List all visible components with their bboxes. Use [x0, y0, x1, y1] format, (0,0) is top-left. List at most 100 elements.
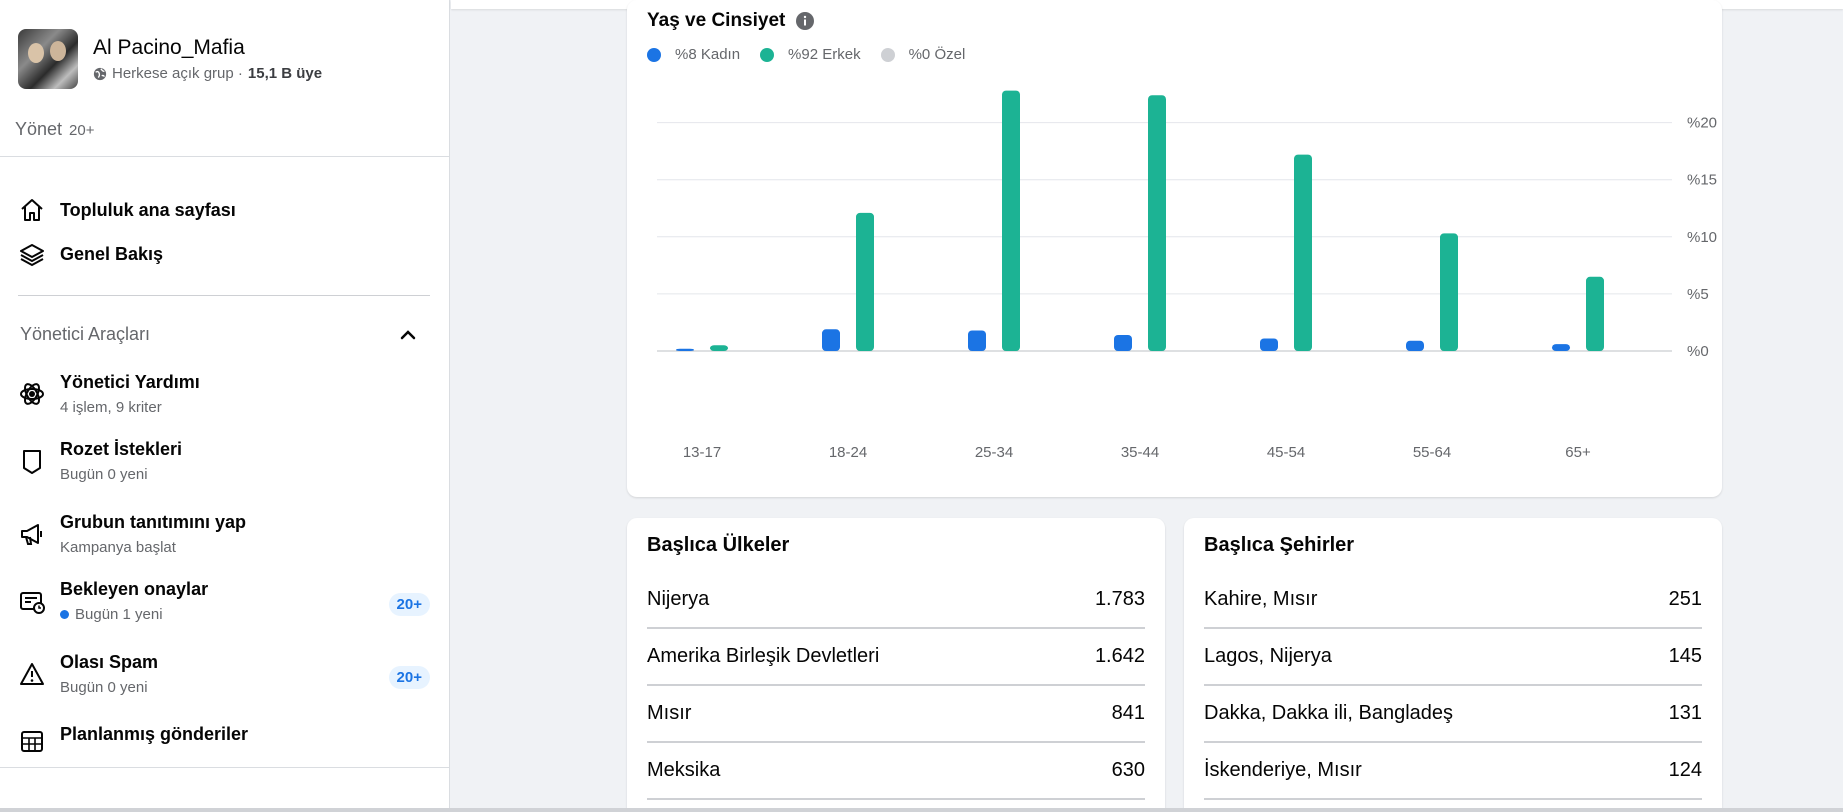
calendar-grid-icon [18, 727, 46, 755]
bar-male [1148, 95, 1166, 351]
sidebar-item-admin-assist[interactable]: Yönetici Yardımı 4 işlem, 9 kriter [18, 372, 430, 416]
sidebar-item-promote-group[interactable]: Grubun tanıtımını yap Kampanya başlat [18, 512, 430, 556]
bar-female [1114, 335, 1132, 351]
y-tick-label: %5 [1687, 286, 1709, 303]
legend-dot [760, 47, 775, 62]
sidebar-item-overview[interactable]: Genel Bakış [18, 240, 163, 268]
x-tick-label: 65+ [1565, 444, 1591, 461]
y-tick-label: %0 [1687, 343, 1709, 360]
list-item-value: 251 [1668, 588, 1702, 610]
bar-male [1294, 154, 1312, 351]
info-icon[interactable] [795, 11, 815, 31]
list-item: Kahire, Mısır 251 [1204, 572, 1702, 629]
chart-legend: %8 Kadın %92 Erkek %0 Özel [647, 46, 965, 63]
x-tick-label: 55-64 [1413, 444, 1451, 461]
list-item: Lagos, Nijerya 145 [1204, 629, 1702, 686]
warning-icon [18, 660, 46, 688]
tool-subtitle: Bugün 0 yeni [60, 679, 148, 696]
tool-title: Yönetici Yardımı [60, 372, 200, 392]
bar-male [1586, 276, 1604, 351]
y-tick-label: %10 [1687, 229, 1717, 246]
bar-male [856, 212, 874, 351]
list-item-name: Meksika [647, 759, 721, 781]
list-item: Dakka, Dakka ili, Bangladeş 131 [1204, 686, 1702, 743]
layers-icon [18, 240, 46, 268]
group-member-count[interactable]: 15,1 B üye [248, 65, 322, 82]
unread-dot [60, 610, 69, 619]
age-gender-card: Yaş ve Cinsiyet %8 Kadın %92 Erkek %0 Öz… [627, 0, 1722, 497]
list-item: Meksika 630 [647, 743, 1145, 800]
y-tick-label: %20 [1687, 115, 1717, 132]
admin-assist-icon [18, 380, 46, 408]
bar-female [822, 329, 840, 351]
bar-male [1440, 233, 1458, 351]
chevron-up-icon[interactable] [397, 324, 419, 346]
tool-subtitle: 4 işlem, 9 kriter [60, 399, 162, 416]
x-tick-label: 18-24 [829, 444, 867, 461]
count-badge: 20+ [388, 666, 430, 689]
bar-male [710, 345, 728, 351]
top-cities-card: Başlıca Şehirler Kahire, Mısır 251 Lagos, … [1184, 518, 1722, 812]
list-item-name: Lagos, Nijerya [1204, 645, 1332, 667]
bar-female [1552, 344, 1570, 351]
sidebar-item-scheduled-posts[interactable]: Planlanmış gönderiler [18, 724, 430, 755]
manage-header: Yönet 20+ [15, 119, 95, 140]
group-meta: Herkese açık grup · 15,1 B üye [93, 65, 322, 82]
list-item-value: 131 [1668, 702, 1702, 724]
admin-sidebar: Al Pacino_Mafia Herkese açık grup · 15,1… [0, 0, 450, 812]
count-badge: 20+ [388, 593, 430, 616]
group-name[interactable]: Al Pacino_Mafia [93, 36, 322, 60]
cities-list: Kahire, Mısır 251 Lagos, Nijerya 145 Dakka, … [1204, 572, 1702, 800]
list-item-name: Nijerya [647, 588, 710, 610]
tool-title: Olası Spam [60, 652, 159, 672]
legend-item-private: %0 Özel [880, 46, 965, 63]
megaphone-icon [18, 520, 46, 548]
sidebar-item-badge-requests[interactable]: Rozet İstekleri Bugün 0 yeni [18, 439, 430, 483]
list-item-value: 145 [1668, 645, 1702, 667]
x-tick-label: 25-34 [975, 444, 1013, 461]
bar-female [676, 348, 694, 351]
admin-tools-title: Yönetici Araçları [20, 324, 151, 344]
manage-label: Yönet [15, 119, 63, 139]
sidebar-item-possible-spam[interactable]: Olası Spam Bugün 0 yeni 20+ [18, 652, 430, 696]
bar-female [1406, 340, 1424, 351]
legend-item-male: %92 Erkek [760, 46, 861, 63]
list-item-value: 124 [1668, 759, 1702, 781]
sidebar-item-label: Topluluk ana sayfası [60, 199, 236, 220]
legend-item-female: %8 Kadın [647, 46, 740, 63]
list-item: İskenderiye, Mısır 124 [1204, 743, 1702, 800]
globe-icon [93, 67, 107, 80]
divider [18, 295, 430, 296]
pending-approvals-icon [18, 587, 46, 615]
tool-title: Grubun tanıtımını yap [60, 512, 247, 532]
list-item: Nijerya 1.783 [647, 572, 1145, 629]
sidebar-item-pending-approvals[interactable]: Bekleyen onaylar Bugün 1 yeni 20+ [18, 579, 430, 623]
sidebar-item-community-home[interactable]: Topluluk ana sayfası [18, 196, 236, 224]
x-tick-label: 35-44 [1121, 444, 1159, 461]
window-bottom-edge [0, 808, 1843, 812]
list-item-value: 1.642 [1094, 645, 1145, 667]
age-gender-bar-chart: %0 %5 %10 %15 %20 13-17 18-24 25-34 35-44 45-54 55… [657, 90, 1717, 461]
manage-count: 20+ [69, 122, 95, 139]
tool-subtitle: Bugün 1 yeni [60, 606, 208, 623]
x-tick-label: 13-17 [683, 444, 721, 461]
chart-title: Yaş ve Cinsiyet [647, 10, 815, 32]
group-avatar[interactable] [18, 29, 78, 89]
y-tick-label: %15 [1687, 172, 1717, 189]
tool-title: Planlanmış gönderiler [60, 724, 249, 744]
legend-dot [880, 47, 895, 62]
tool-title: Bekleyen onaylar [60, 579, 209, 599]
bar-male [1002, 90, 1020, 352]
group-header[interactable]: Al Pacino_Mafia Herkese açık grup · 15,1… [18, 29, 322, 89]
list-item: Amerika Birleşik Devletleri 1.642 [647, 629, 1145, 686]
list-item-name: Mısır [647, 702, 692, 724]
group-privacy: Herkese açık grup · [112, 65, 243, 82]
list-title: Başlıca Ülkeler [647, 534, 790, 556]
list-item-name: Dakka, Dakka ili, Bangladeş [1204, 702, 1454, 724]
bar-female [968, 330, 986, 351]
top-countries-card: Başlıca Ülkeler Nijerya 1.783 Amerika Birl… [627, 518, 1165, 812]
countries-list: Nijerya 1.783 Amerika Birleşik Devletleri 1… [647, 572, 1145, 800]
list-item-name: Amerika Birleşik Devletleri [647, 645, 880, 667]
list-item-value: 630 [1111, 759, 1145, 781]
legend-dot [647, 47, 661, 62]
